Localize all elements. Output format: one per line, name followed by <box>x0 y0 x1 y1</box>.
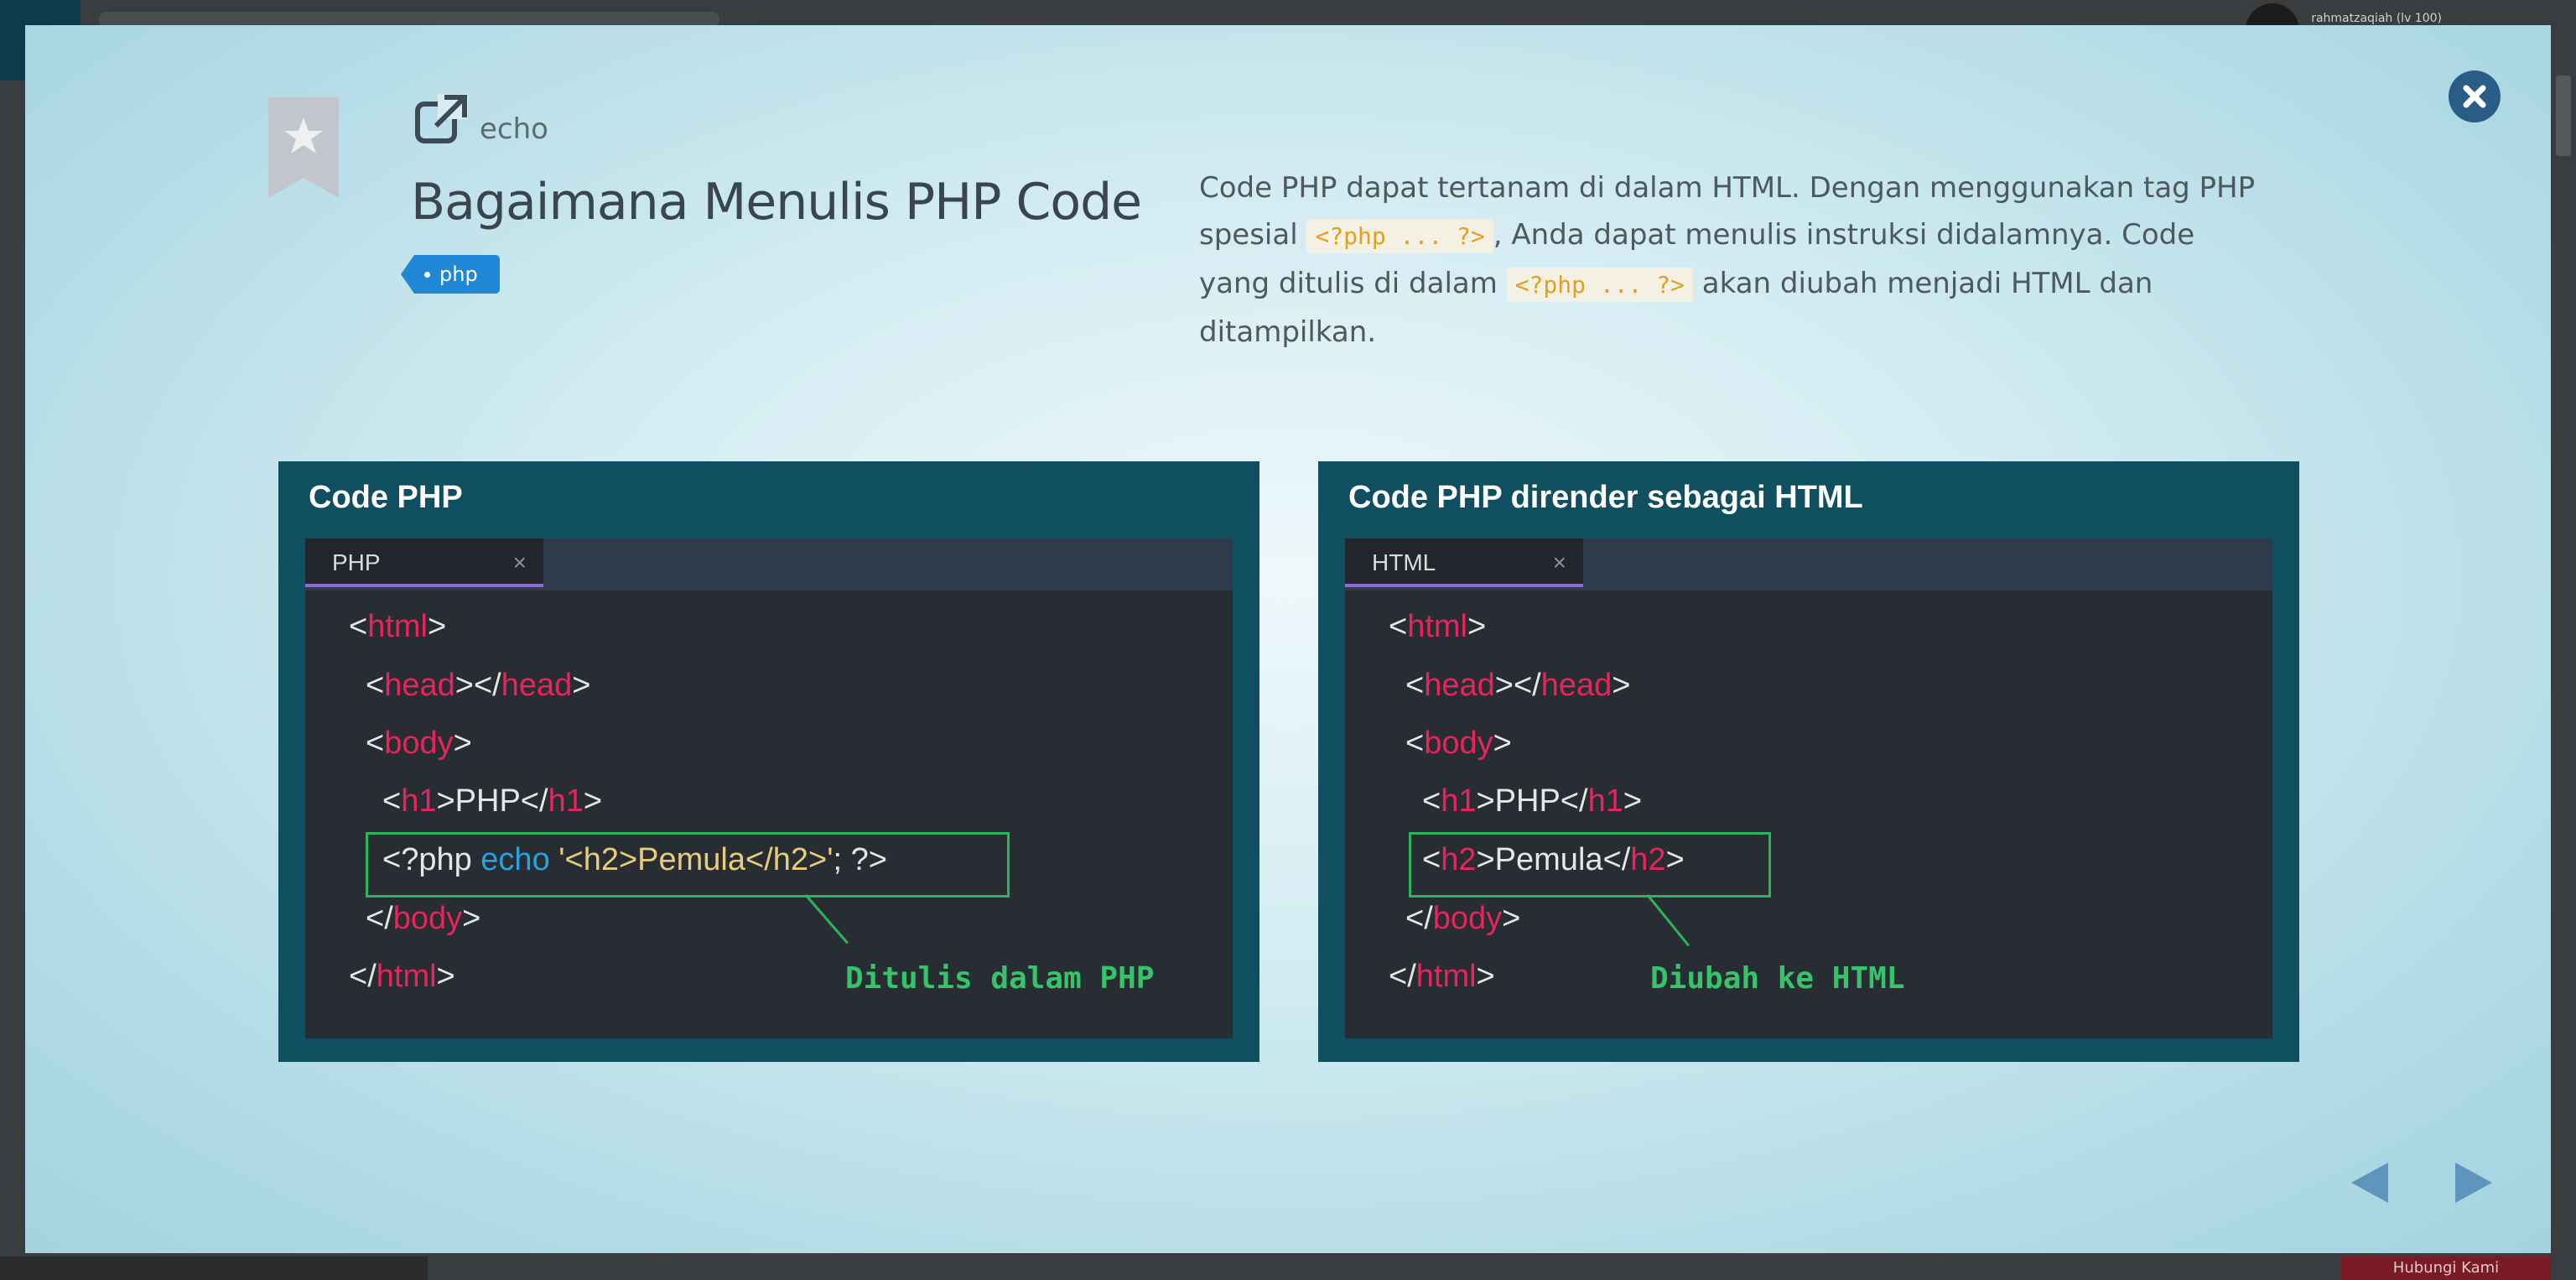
php-code-panel: Code PHP PHP × <html> <head></head> <bod… <box>278 461 1259 1062</box>
callout-pointer <box>804 894 849 944</box>
topic-tag[interactable]: php <box>401 255 500 294</box>
inline-code: <?php ... ?> <box>1506 268 1693 302</box>
code-line: </body> <box>1405 901 1521 936</box>
backdrop-bottom-bar <box>0 1257 428 1280</box>
code-line: </body> <box>366 901 481 936</box>
code-line: <?php echo '<h2>Pemula</h2>'; ?> <box>382 842 887 877</box>
code-line: <h2>Pemula</h2> <box>1422 842 1685 877</box>
code-editor: PHP × <html> <head></head> <body> <h1>PH… <box>305 539 1233 1038</box>
tab-php[interactable]: PHP × <box>305 539 543 587</box>
tab-close-icon[interactable]: × <box>1553 539 1566 587</box>
tab-html[interactable]: HTML × <box>1345 539 1583 587</box>
code-line: <body> <box>1405 726 1512 761</box>
callout-label: Diubah ke HTML <box>1650 961 1905 996</box>
editor-tab-bar: HTML × <box>1345 539 2272 591</box>
panel-title: Code PHP <box>309 480 463 515</box>
code-line: <h1>PHP</h1> <box>382 783 603 819</box>
html-render-panel: Code PHP dirender sebagai HTML HTML × <h… <box>1318 461 2299 1062</box>
code-line: </html> <box>349 959 455 994</box>
editor-tab-bar: PHP × <box>305 539 1233 591</box>
close-button[interactable] <box>2449 70 2501 122</box>
bookmark-star-icon[interactable] <box>268 97 339 198</box>
code-editor: HTML × <html> <head></head> <body> <h1>P… <box>1345 539 2272 1038</box>
tab-label: PHP <box>332 549 381 575</box>
triangle-right-icon[interactable] <box>2455 1163 2492 1203</box>
tab-label: HTML <box>1372 549 1436 575</box>
code-line: <body> <box>366 726 472 761</box>
backdrop-scrollbar <box>2556 75 2571 156</box>
code-line: <html> <box>349 609 447 644</box>
backdrop-contact-button: Hubungi Kami <box>2341 1257 2551 1280</box>
tab-close-icon[interactable]: × <box>513 539 527 587</box>
code-line: <head></head> <box>1405 668 1631 703</box>
lesson-description: Code PHP dapat tertanam di dalam HTML. D… <box>1199 164 2256 356</box>
code-line: <html> <box>1389 609 1487 644</box>
code-line: <h1>PHP</h1> <box>1422 783 1643 819</box>
callout-label: Ditulis dalam PHP <box>845 961 1155 996</box>
external-link-icon <box>415 94 468 143</box>
inline-code: <?php ... ?> <box>1306 219 1493 253</box>
code-line: </html> <box>1389 959 1495 994</box>
panel-title: Code PHP dirender sebagai HTML <box>1348 480 1863 515</box>
code-line: <head></head> <box>366 668 591 703</box>
callout-pointer <box>1646 894 1690 947</box>
close-circle-icon <box>2463 85 2486 108</box>
backdrop-user-name: rahmatzaqiah (lv 100) <box>2311 12 2442 25</box>
lesson-title: Bagaimana Menulis PHP Code <box>411 173 1142 232</box>
category-label: echo <box>480 112 548 146</box>
lesson-modal: echo Bagaimana Menulis PHP Code php Code… <box>25 25 2551 1253</box>
triangle-left-icon[interactable] <box>2351 1163 2388 1203</box>
